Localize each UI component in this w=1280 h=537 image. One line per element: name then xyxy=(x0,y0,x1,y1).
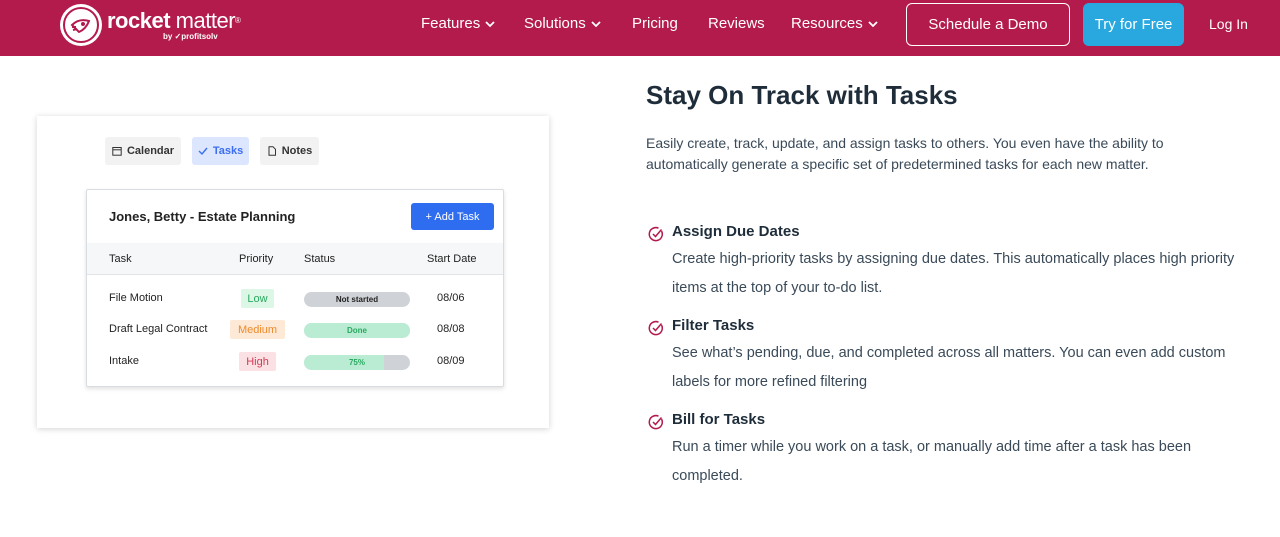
rocket-logo-icon xyxy=(60,4,102,46)
logo-brand-light: matter xyxy=(175,7,236,33)
document-icon xyxy=(268,146,276,156)
logo-registered: ® xyxy=(235,15,241,25)
nav-resources-label: Resources xyxy=(791,15,863,32)
nav-reviews-label: Reviews xyxy=(708,15,765,32)
chevron-down-icon xyxy=(591,21,601,28)
feature-title-bill-tasks: Bill for Tasks xyxy=(672,411,766,428)
priority-badge-medium: Medium xyxy=(230,320,285,339)
tab-notes: Notes xyxy=(260,137,319,165)
nav-pricing-label: Pricing xyxy=(632,15,678,32)
start-date: 08/06 xyxy=(437,292,465,304)
column-status: Status xyxy=(304,253,336,265)
column-task: Task xyxy=(109,253,132,265)
status-label: 75% xyxy=(348,358,365,367)
task-table-header: Task Priority Status Start Date xyxy=(87,243,503,275)
try-free-button[interactable]: Try for Free xyxy=(1083,3,1184,46)
start-date: 08/09 xyxy=(437,355,465,367)
status-bar: Not started xyxy=(304,292,410,307)
check-circle-icon xyxy=(648,320,663,336)
tab-calendar: Calendar xyxy=(105,137,181,165)
nav-features[interactable]: Features xyxy=(421,15,495,33)
column-priority: Priority xyxy=(239,253,274,265)
check-circle-icon xyxy=(648,226,663,242)
check-circle-icon xyxy=(648,414,663,430)
section-heading: Stay On Track with Tasks xyxy=(646,80,958,110)
nav-pricing[interactable]: Pricing xyxy=(632,15,678,33)
top-nav: rocket matter® by ✓profitsolv Features S… xyxy=(0,0,1280,56)
task-name: Intake xyxy=(109,355,139,367)
tasks-preview-card: Calendar Tasks Notes Jones, Betty - Esta… xyxy=(37,116,549,428)
tab-tasks-label: Tasks xyxy=(212,145,244,157)
feature-desc-bill-tasks: Run a timer while you work on a task, or… xyxy=(672,439,1192,484)
tab-calendar-label: Calendar xyxy=(126,145,175,157)
chevron-down-icon xyxy=(485,21,495,28)
nav-solutions-label: Solutions xyxy=(524,15,586,32)
matter-title: Jones, Betty - Estate Planning xyxy=(109,209,296,224)
priority-badge-low: Low xyxy=(241,289,274,308)
column-start-date: Start Date xyxy=(427,253,477,265)
status-label: Done xyxy=(347,326,367,335)
task-name: File Motion xyxy=(109,292,163,304)
nav-features-label: Features xyxy=(421,15,481,32)
status-label: Not started xyxy=(335,295,379,304)
check-icon xyxy=(198,147,208,156)
add-task-button: + Add Task xyxy=(411,203,494,230)
logo-byline: by ✓profitsolv xyxy=(163,31,218,41)
login-link[interactable]: Log In xyxy=(1209,16,1248,32)
feature-desc-due-dates: Create high-priority tasks by assigning … xyxy=(672,251,1235,296)
rocket-matter-logo[interactable]: rocket matter® by ✓profitsolv xyxy=(60,4,241,46)
start-date: 08/08 xyxy=(437,323,465,335)
nav-solutions[interactable]: Solutions xyxy=(524,15,601,33)
task-name: Draft Legal Contract xyxy=(109,323,208,335)
priority-badge-high: High xyxy=(239,352,276,371)
nav-resources[interactable]: Resources xyxy=(791,15,878,33)
status-bar: Done xyxy=(304,323,410,338)
tab-tasks: Tasks xyxy=(192,137,249,165)
tab-notes-label: Notes xyxy=(281,145,313,157)
calendar-icon xyxy=(112,147,122,156)
section-intro: Easily create, track, update, and assign… xyxy=(646,135,1164,172)
nav-reviews[interactable]: Reviews xyxy=(708,15,765,33)
logo-brand-bold: rocket xyxy=(107,7,171,33)
feature-desc-filter-tasks: See what’s pending, due, and completed a… xyxy=(672,345,1226,390)
feature-title-due-dates: Assign Due Dates xyxy=(672,223,800,240)
status-bar: 75% xyxy=(304,355,410,370)
schedule-demo-button[interactable]: Schedule a Demo xyxy=(906,3,1070,46)
chevron-down-icon xyxy=(868,21,878,28)
task-panel: Jones, Betty - Estate Planning + Add Tas… xyxy=(86,189,504,387)
feature-title-filter-tasks: Filter Tasks xyxy=(672,317,755,334)
